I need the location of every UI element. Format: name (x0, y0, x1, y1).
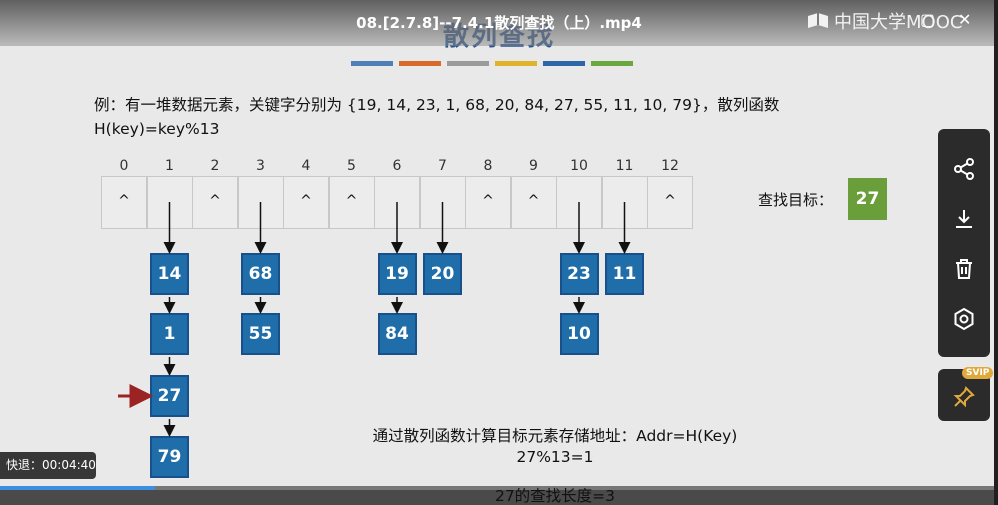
progress-fill (0, 486, 155, 490)
formula-line-3: 27的查找长度=3 (494, 487, 616, 505)
formula-line-1: 通过散列函数计算目标元素存储地址：Addr=H(Key) (372, 427, 738, 445)
target-value: 27 (848, 178, 887, 220)
formula-line-2: 27%13=1 (516, 448, 594, 466)
delete-icon[interactable] (952, 257, 976, 281)
share-icon[interactable] (952, 157, 976, 181)
rewind-indicator: 快退：00:04:40 (0, 452, 96, 479)
window-edge (994, 0, 998, 505)
target-label: 查找目标： (758, 191, 834, 209)
side-toolbar (938, 129, 990, 357)
settings-icon[interactable] (952, 307, 976, 331)
pin-icon[interactable] (952, 385, 976, 409)
download-icon[interactable] (952, 207, 976, 231)
pin-toolbar: SVIP (938, 367, 994, 421)
video-frame: 散列查找 08.[2.7.8]--7.4.1散列查找（上）.mp4 中国大学MO… (0, 0, 998, 505)
svip-badge: SVIP (962, 367, 994, 379)
